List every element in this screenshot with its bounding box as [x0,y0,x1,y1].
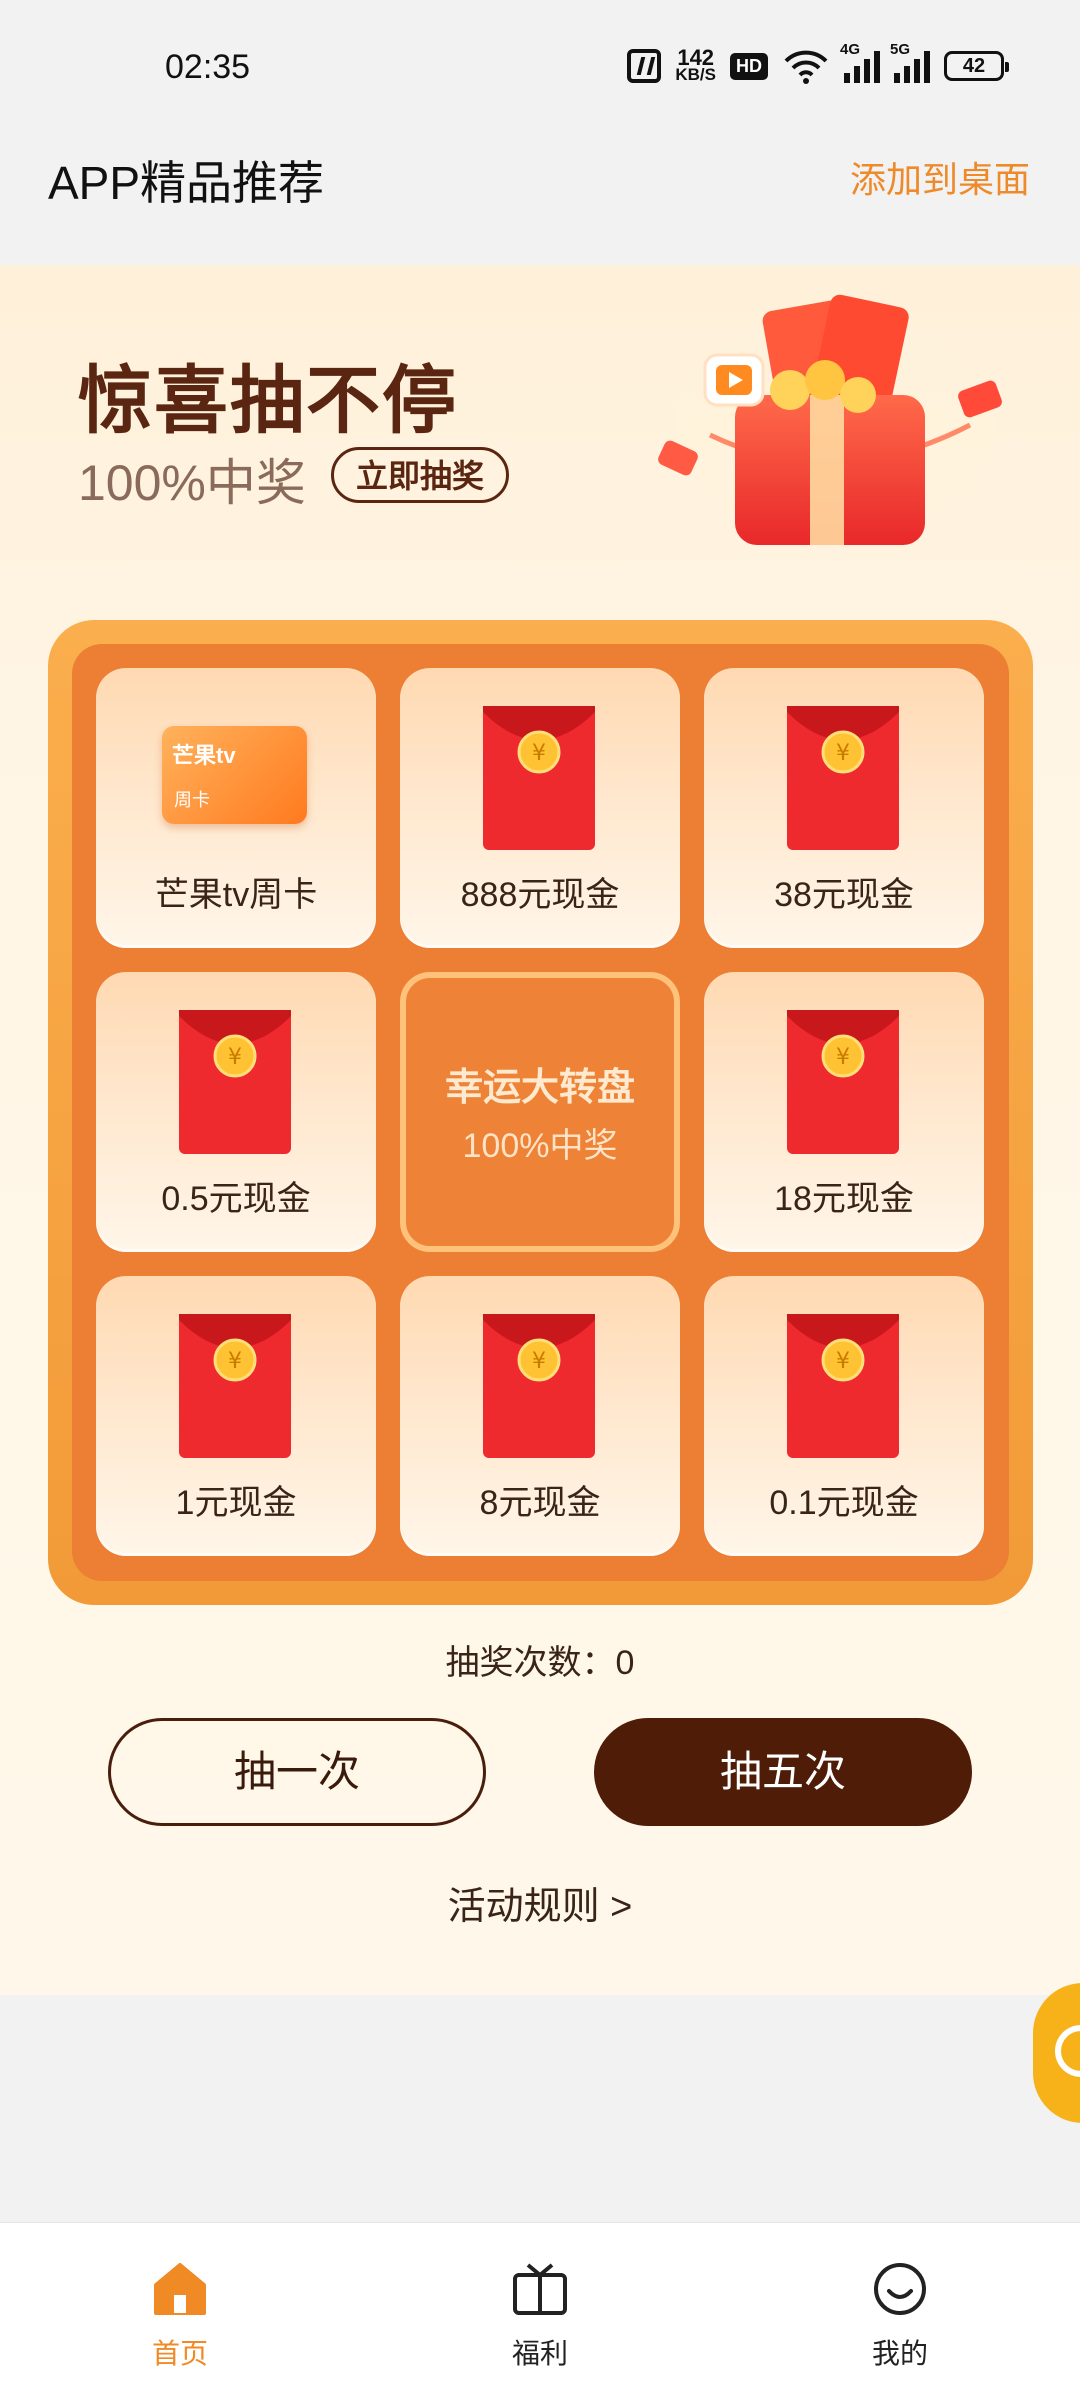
svg-text:¥: ¥ [836,1045,850,1070]
red-envelope-icon: ¥ [483,706,595,850]
prize-label: 888元现金 [460,876,620,914]
prize-label: 38元现金 [774,876,914,914]
floating-refresh-button[interactable] [1033,1983,1080,2123]
battery-icon: 42 [944,51,1009,81]
banner-title: 惊喜抽不停 [78,359,458,442]
network-speed-value: 142 [677,45,715,70]
lottery-panel: 惊喜抽不停 100%中奖 立即抽奖 芒果tv 周卡 芒果tv周卡 ¥ 888元现… [0,265,1080,1995]
lucky-wheel-subtitle: 100%中奖 [462,1127,618,1165]
draw-count: 抽奖次数：0 [445,1644,635,1682]
svg-text:¥: ¥ [228,1349,242,1374]
prize-label: 1元现金 [175,1484,297,1522]
prize-label: 8元现金 [479,1484,601,1522]
network-speed-unit: KB/S [675,65,716,84]
status-time: 02:35 [165,48,251,86]
card-type: 周卡 [174,790,210,810]
tab-label: 我的 [871,2338,928,2369]
svg-text:¥: ¥ [836,741,850,766]
signal-5g-icon: 5G [890,41,930,83]
bottom-tab-bar: 首页 福利 我的 [0,2222,1080,2401]
prize-cell-0-5[interactable]: ¥ 0.5元现金 [96,972,376,1252]
red-envelope-icon: ¥ [179,1010,291,1154]
prize-cell-mango-tv[interactable]: 芒果tv 周卡 芒果tv周卡 [96,668,376,948]
prize-cell-38[interactable]: ¥ 38元现金 [704,668,984,948]
svg-text:¥: ¥ [836,1349,850,1374]
svg-text:¥: ¥ [532,1349,546,1374]
prize-label: 0.1元现金 [769,1484,919,1522]
red-envelope-icon: ¥ [483,1314,595,1458]
gift-box-icon [658,294,1002,545]
signal-5g-label: 5G [890,41,911,58]
red-envelope-icon: ¥ [787,706,899,850]
smiley-profile-icon [874,2263,926,2315]
mango-tv-card-icon: 芒果tv 周卡 [162,726,307,824]
red-envelope-icon: ¥ [787,1010,899,1154]
prize-cell-0-1[interactable]: ¥ 0.1元现金 [704,1276,984,1556]
prize-label: 0.5元现金 [161,1180,311,1218]
signal-4g-label: 4G [840,41,861,58]
lucky-wheel-center[interactable]: 幸运大转盘 100%中奖 [400,972,680,1252]
prize-grid: 芒果tv 周卡 芒果tv周卡 ¥ 888元现金 ¥ 38元现金 ¥ 0.5元现金… [48,620,1033,1605]
tab-mine[interactable]: 我的 [820,2259,980,2372]
prize-grid-inner: 芒果tv 周卡 芒果tv周卡 ¥ 888元现金 ¥ 38元现金 ¥ 0.5元现金… [72,644,1009,1581]
prize-label: 芒果tv周卡 [154,876,318,914]
tab-home[interactable]: 首页 [100,2259,260,2372]
red-envelope-icon: ¥ [179,1314,291,1458]
banner-subtitle: 100%中奖 [78,455,306,511]
app-header: APP精品推荐 添加到桌面 [0,135,1080,265]
draw-once-button[interactable]: 抽一次 [108,1718,486,1826]
card-brand: 芒果tv [172,743,236,768]
network-speed: 142 KB/S [675,45,716,84]
add-to-desktop-button[interactable]: 添加到桌面 [850,151,1030,203]
lucky-wheel-title: 幸运大转盘 [444,1067,635,1109]
tv-gift-icon [513,2263,567,2315]
tab-label: 福利 [511,2338,568,2369]
page-title: APP精品推荐 [48,157,325,209]
prize-label: 18元现金 [774,1180,914,1218]
draw-five-button[interactable]: 抽五次 [594,1718,972,1826]
status-icons: 142 KB/S HD 4G 5G 42 [627,41,1009,88]
prize-cell-1[interactable]: ¥ 1元现金 [96,1276,376,1556]
svg-text:¥: ¥ [532,741,546,766]
signal-4g-icon: 4G [840,41,880,83]
hd-voice-icon: HD [730,52,768,80]
tab-welfare[interactable]: 福利 [460,2259,620,2372]
svg-text:¥: ¥ [228,1045,242,1070]
prize-cell-18[interactable]: ¥ 18元现金 [704,972,984,1252]
nfc-icon [627,49,662,83]
home-icon [154,2263,206,2315]
prize-cell-888[interactable]: ¥ 888元现金 [400,668,680,948]
draw-now-button[interactable]: 立即抽奖 [331,447,510,503]
tab-label: 首页 [151,2338,208,2369]
wifi-icon [784,50,828,84]
status-bar: 02:35 142 KB/S HD 4G 5G 42 [0,0,1080,135]
activity-rules-link[interactable]: 活动规则 > [0,1875,1080,1930]
prize-cell-8[interactable]: ¥ 8元现金 [400,1276,680,1556]
red-envelope-icon: ¥ [787,1314,899,1458]
